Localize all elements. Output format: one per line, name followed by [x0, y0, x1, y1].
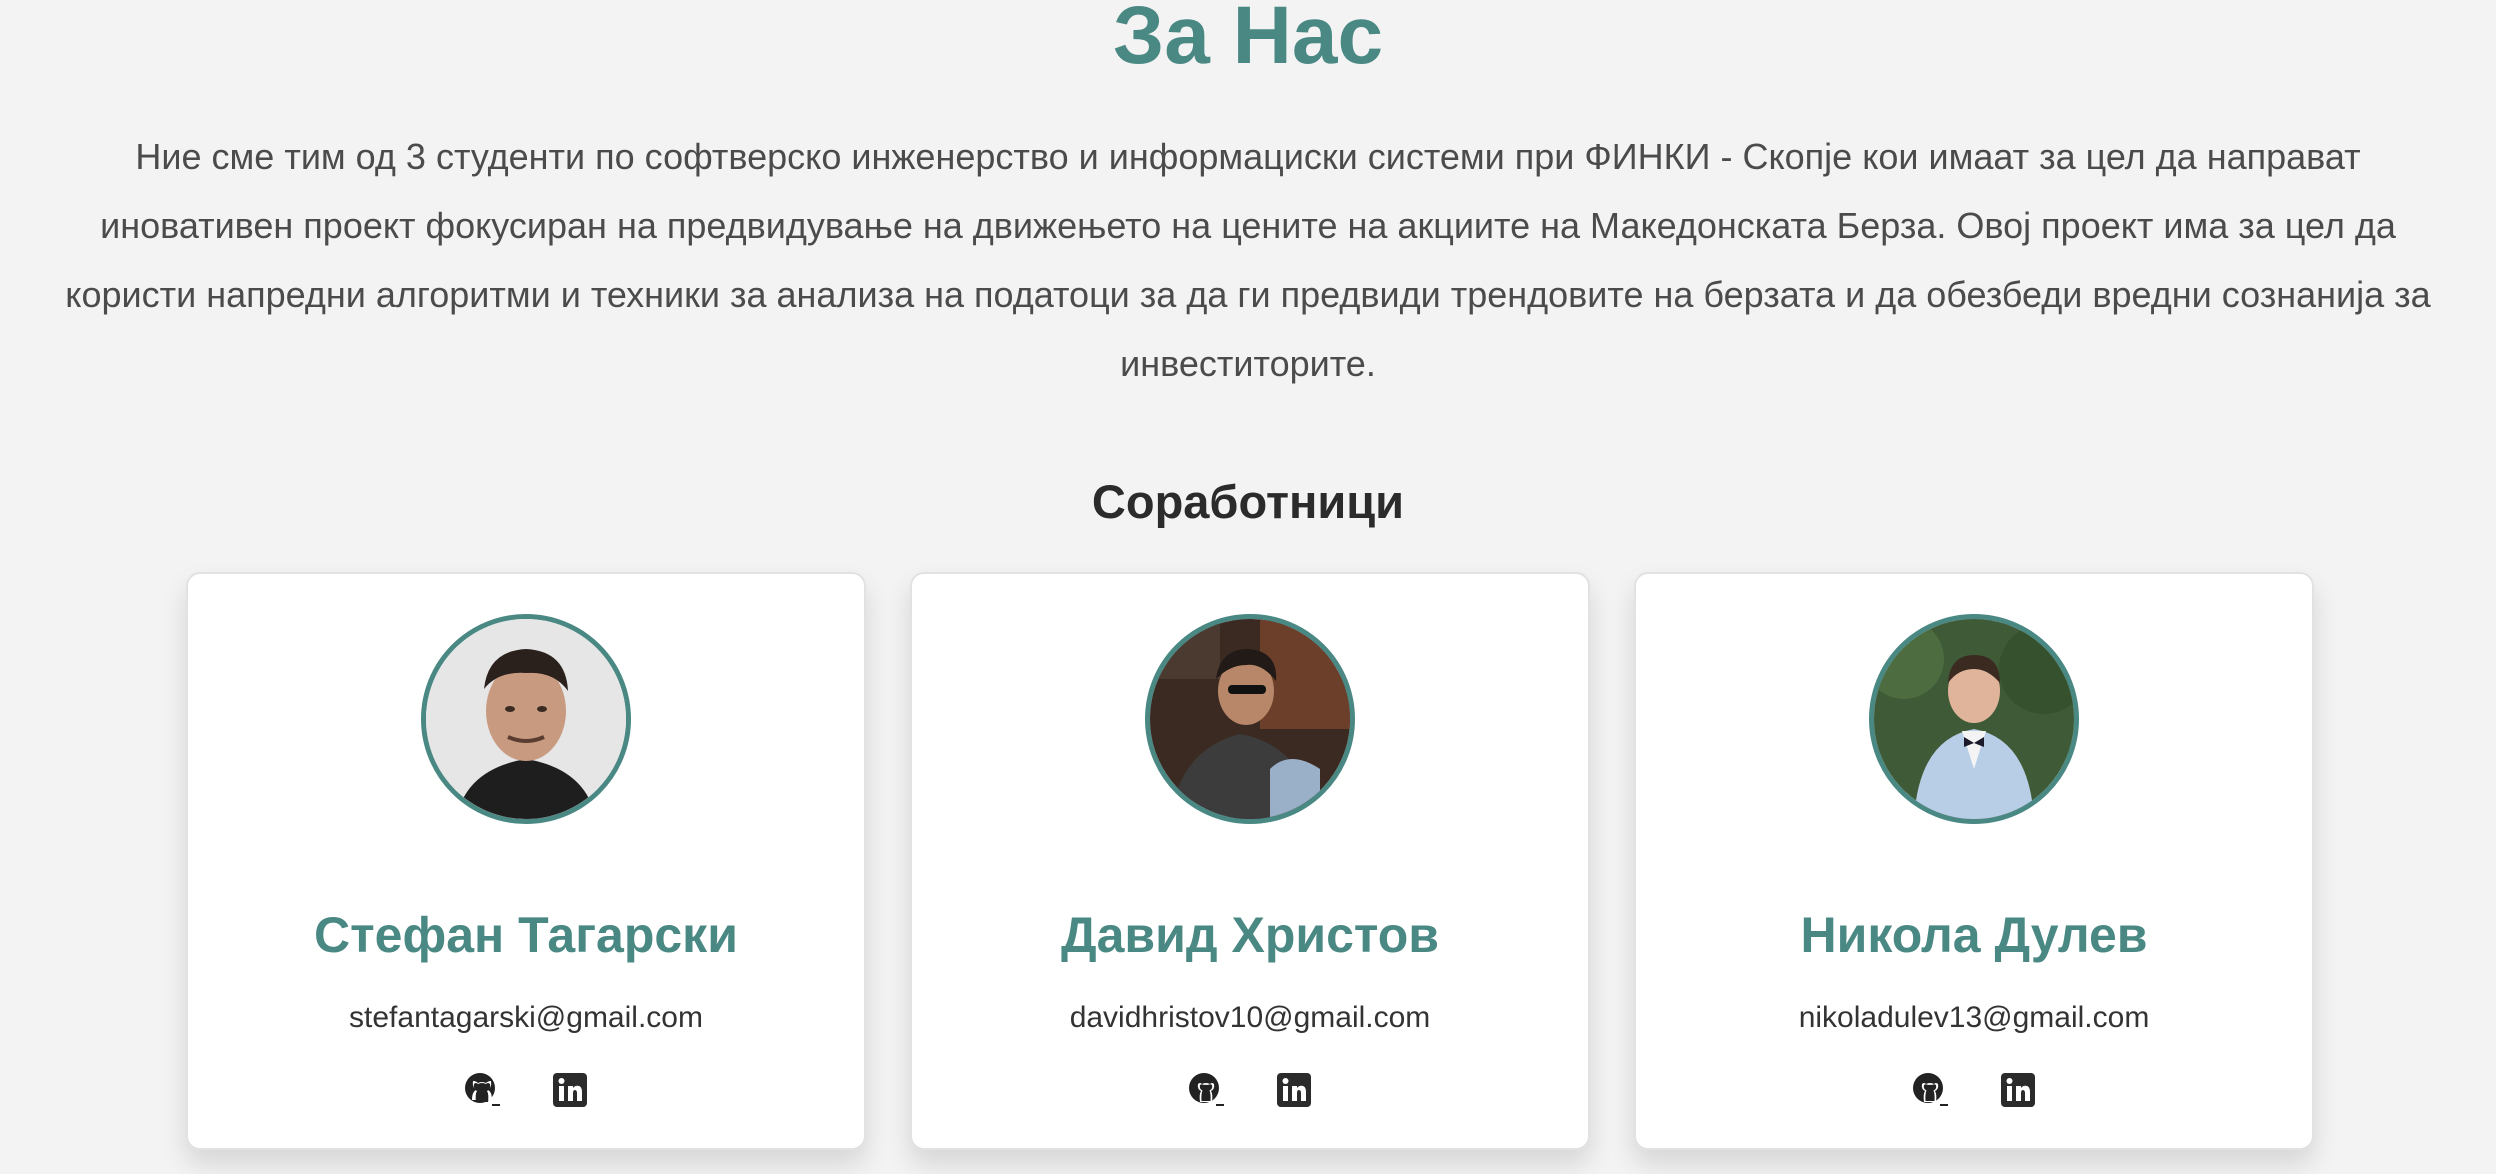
collaborator-email: nikoladulev13@gmail.com — [1798, 1001, 2150, 1034]
about-description: Ние сме тим од 3 студенти по софтверско … — [65, 136, 2431, 384]
linkedin-icon[interactable] — [1274, 1070, 1314, 1110]
social-links — [1636, 1070, 2312, 1110]
about-page: За Нас Ние сме тим од 3 студенти по софт… — [0, 0, 2496, 1174]
collaborator-email: davidhristov10@gmail.com — [1069, 1001, 1431, 1034]
avatar — [1145, 614, 1355, 824]
github-icon[interactable] — [462, 1070, 502, 1110]
linkedin-icon[interactable] — [1998, 1070, 2038, 1110]
collaborator-card: Давид Христов davidhristov10@gmail.com — [910, 572, 1590, 1150]
social-links — [188, 1070, 864, 1110]
github-icon[interactable] — [1910, 1070, 1950, 1110]
collaborator-card: Никола Дулев nikoladulev13@gmail.com — [1634, 572, 2314, 1150]
collaborator-name: Стефан Тагарски — [314, 907, 738, 963]
github-icon[interactable] — [1186, 1070, 1226, 1110]
collaborator-card: Стефан Тагарски stefantagarski@gmail.com — [186, 572, 866, 1150]
collaborator-name: Никола Дулев — [1800, 907, 2148, 963]
collaborator-name: Давид Христов — [1060, 907, 1440, 963]
avatar — [421, 614, 631, 824]
collaborator-email: stefantagarski@gmail.com — [349, 1001, 703, 1034]
linkedin-icon[interactable] — [550, 1070, 590, 1110]
avatar — [1869, 614, 2079, 824]
social-links — [912, 1070, 1588, 1110]
page-title: За Нас — [1112, 0, 1384, 81]
collaborators-heading: Соработници — [1091, 475, 1405, 528]
